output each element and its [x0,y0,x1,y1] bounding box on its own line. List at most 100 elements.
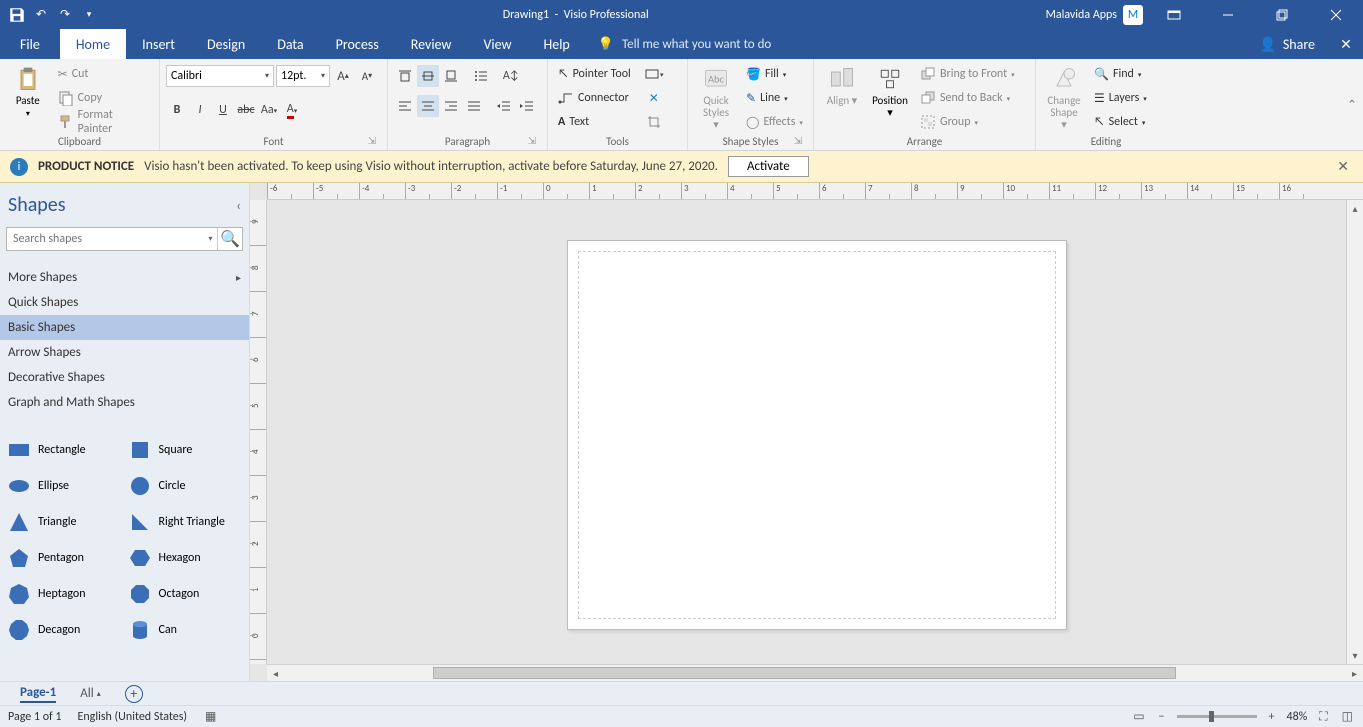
search-dropdown-icon[interactable]: ▾ [204,228,218,250]
maximize-icon[interactable] [1259,1,1305,29]
save-icon[interactable] [8,6,26,24]
shape-hexagon[interactable]: Hexagon [127,541,244,575]
shape-ellipse[interactable]: Ellipse [6,469,123,503]
shape-rtriangle[interactable]: Right Triangle [127,505,244,539]
shape-can[interactable]: Can [127,613,244,647]
align-left-icon[interactable] [394,95,416,117]
connection-point-icon[interactable]: ✕ [643,87,665,109]
undo-icon[interactable]: ↶ [32,6,50,24]
tab-process[interactable]: Process [320,29,395,59]
tell-me-search[interactable]: 💡 Tell me what you want to do [586,29,784,59]
shape-category-decorative-shapes[interactable]: Decorative Shapes [0,365,249,390]
fill-button[interactable]: 🪣Fill ▾ [742,63,807,85]
scroll-right-icon[interactable]: ▸ [1346,665,1363,681]
shapes-collapse-icon[interactable]: ‹ [236,197,241,214]
paste-button[interactable]: Paste ▾ [6,63,50,121]
shapestyles-dialog-launcher-icon[interactable]: ⇲ [791,134,805,148]
paragraph-dialog-launcher-icon[interactable]: ⇲ [525,134,539,148]
quick-styles-button[interactable]: Abc Quick Styles ▾ [694,63,738,133]
shape-rect[interactable]: Rectangle [6,433,123,467]
shape-square[interactable]: Square [127,433,244,467]
shapes-search[interactable]: ▾ 🔍 [6,227,243,251]
underline-icon[interactable]: U [212,99,234,121]
presentation-mode-icon[interactable]: ▭ [1131,709,1146,724]
font-color-icon[interactable]: A▾ [281,99,303,121]
bullets-icon[interactable] [470,65,492,87]
zoom-slider[interactable] [1177,715,1257,718]
horizontal-scrollbar[interactable]: ◂ ▸ [267,664,1363,681]
add-page-icon[interactable]: + [125,685,143,703]
share-button[interactable]: 👤 Share [1245,29,1329,59]
crop-icon[interactable] [643,111,665,133]
language-status[interactable]: English (United States) [78,710,188,724]
align-center-icon[interactable] [417,95,439,117]
change-shape-button[interactable]: Change Shape ▾ [1042,63,1086,133]
redo-icon[interactable]: ↷ [56,6,74,24]
grow-font-icon[interactable]: A▴ [332,65,354,87]
align-button[interactable]: Align ▾ [820,63,864,109]
connector-tool-button[interactable]: Connector [554,87,635,109]
italic-icon[interactable]: I [189,99,211,121]
shape-pentagon[interactable]: Pentagon [6,541,123,575]
font-dialog-launcher-icon[interactable]: ⇲ [365,134,379,148]
zoom-level[interactable]: 48% [1287,710,1308,724]
tab-file[interactable]: File [0,29,60,59]
shape-octagon[interactable]: Octagon [127,577,244,611]
align-bottom-icon[interactable] [440,65,462,87]
copy-button[interactable]: Copy [54,87,153,109]
shape-category-basic-shapes[interactable]: Basic Shapes [0,315,249,340]
tab-design[interactable]: Design [191,29,261,59]
select-button[interactable]: ↖Select ▾ [1090,111,1151,133]
shape-category-graph-and-math-shapes[interactable]: Graph and Math Shapes [0,390,249,415]
effects-button[interactable]: ◯Effects ▾ [742,111,807,133]
search-go-icon[interactable]: 🔍 [218,228,242,250]
tab-help[interactable]: Help [528,29,586,59]
strikethrough-icon[interactable]: abc [235,99,257,121]
format-painter-button[interactable]: Format Painter [54,111,153,133]
tabstrip-close-icon[interactable]: ✕ [1329,29,1363,59]
zoom-in-icon[interactable]: + [1267,710,1277,724]
tab-review[interactable]: Review [395,29,468,59]
zoom-out-icon[interactable]: − [1157,710,1167,724]
scroll-left-icon[interactable]: ◂ [267,665,284,681]
shape-decagon[interactable]: Decagon [6,613,123,647]
decrease-indent-icon[interactable] [493,95,515,117]
pointer-tool-button[interactable]: ↖Pointer Tool [554,63,635,85]
justify-icon[interactable] [463,95,485,117]
bring-to-front-button[interactable]: Bring to Front ▾ [916,63,1019,85]
ribbon-display-icon[interactable] [1151,1,1197,29]
malavida-badge[interactable]: Malavida Apps M [1046,5,1143,25]
scroll-down-icon[interactable]: ▾ [1347,647,1363,664]
bold-icon[interactable]: B [166,99,188,121]
tab-view[interactable]: View [467,29,527,59]
notice-close-icon[interactable]: ✕ [1333,158,1353,175]
tab-home[interactable]: Home [60,29,126,59]
qat-customize-icon[interactable]: ▾ [80,6,98,24]
shrink-font-icon[interactable]: A▾ [356,65,378,87]
page-tab-1[interactable]: Page-1 [20,685,56,703]
change-case-icon[interactable]: Aa▾ [258,99,280,121]
line-button[interactable]: ✎Line ▾ [742,87,807,109]
scroll-thumb[interactable] [433,667,1176,679]
shape-heptagon[interactable]: Heptagon [6,577,123,611]
tab-data[interactable]: Data [261,29,319,59]
text-direction-icon[interactable]: A↕ [500,65,522,87]
cut-button[interactable]: ✂Cut [54,63,153,85]
align-right-icon[interactable] [440,95,462,117]
position-button[interactable]: Position ▾ [868,63,912,121]
minimize-icon[interactable] [1205,1,1251,29]
tab-insert[interactable]: Insert [126,29,191,59]
text-tool-button[interactable]: AText [554,111,635,133]
drawing-surface[interactable] [267,200,1363,664]
shape-category-quick-shapes[interactable]: Quick Shapes [0,290,249,315]
all-pages-tab[interactable]: All▴ [80,686,101,701]
find-button[interactable]: 🔍Find ▾ [1090,63,1151,85]
shapes-search-input[interactable] [7,228,204,250]
font-size-combo[interactable]: 12pt.▾ [276,65,330,87]
increase-indent-icon[interactable] [516,95,538,117]
scroll-up-icon[interactable]: ▴ [1347,200,1363,217]
send-to-back-button[interactable]: Send to Back ▾ [916,87,1019,109]
layers-button[interactable]: ☰Layers ▾ [1090,87,1151,109]
vertical-scrollbar[interactable]: ▴ ▾ [1346,200,1363,664]
rectangle-tool-icon[interactable]: ▾ [643,63,665,85]
